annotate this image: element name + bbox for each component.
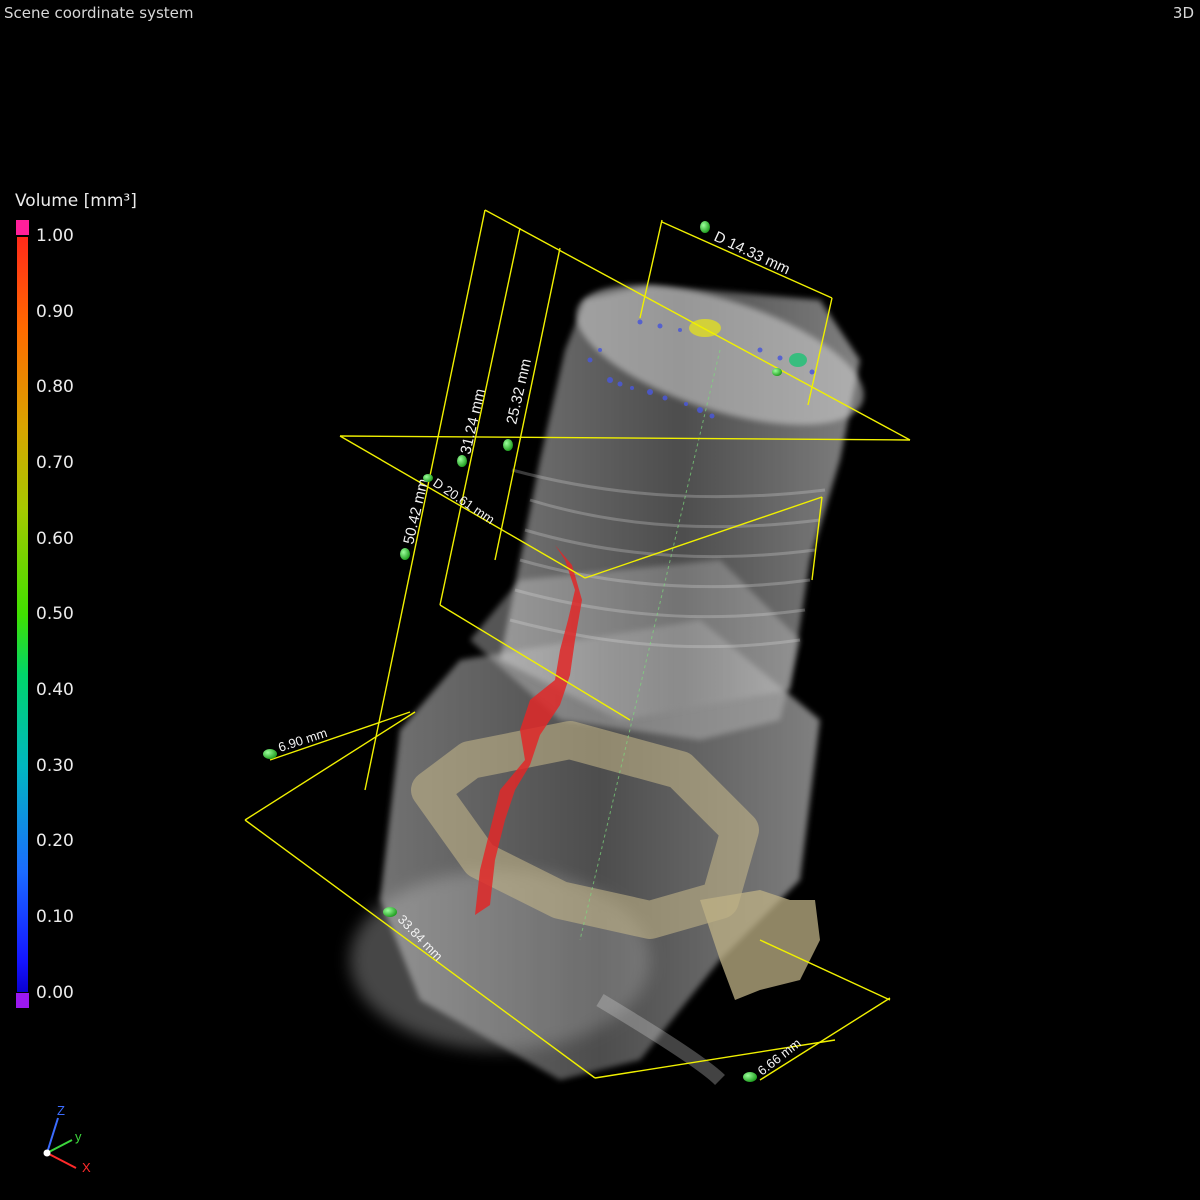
marker-icon[interactable] [503,439,513,451]
marker-icon[interactable] [772,368,782,376]
x-axis-label: X [82,1160,91,1175]
axis-triad: Z y X [43,1103,91,1175]
z-axis-label: Z [57,1103,65,1118]
measurement-diameter-mid[interactable]: D 20.61 mm [430,475,497,527]
origin-icon [43,1149,51,1157]
measurement-height-total[interactable]: 50.42 mm [400,477,432,546]
marker-icon[interactable] [383,907,397,917]
measurement-diameter-top[interactable]: D 14.33 mm [711,228,792,278]
marker-icon[interactable] [400,548,410,560]
measurement-height-mid[interactable]: 31.24 mm [457,387,489,456]
defect-medium [789,353,807,367]
marker-icon[interactable] [743,1072,757,1082]
marker-icon[interactable] [423,474,433,482]
clip-tab [700,890,820,1000]
marker-icon[interactable] [700,221,710,233]
marker-icon[interactable] [263,749,277,759]
y-axis-label: y [75,1129,82,1144]
x-axis-icon [46,1152,77,1169]
measurement-width-small[interactable]: 6.90 mm [276,725,329,755]
defect-large [689,319,721,337]
marker-icon[interactable] [457,455,467,467]
3d-viewport[interactable]: D 14.33 mm D 20.61 mm 50.42 mm 31.24 mm … [0,0,1200,1200]
